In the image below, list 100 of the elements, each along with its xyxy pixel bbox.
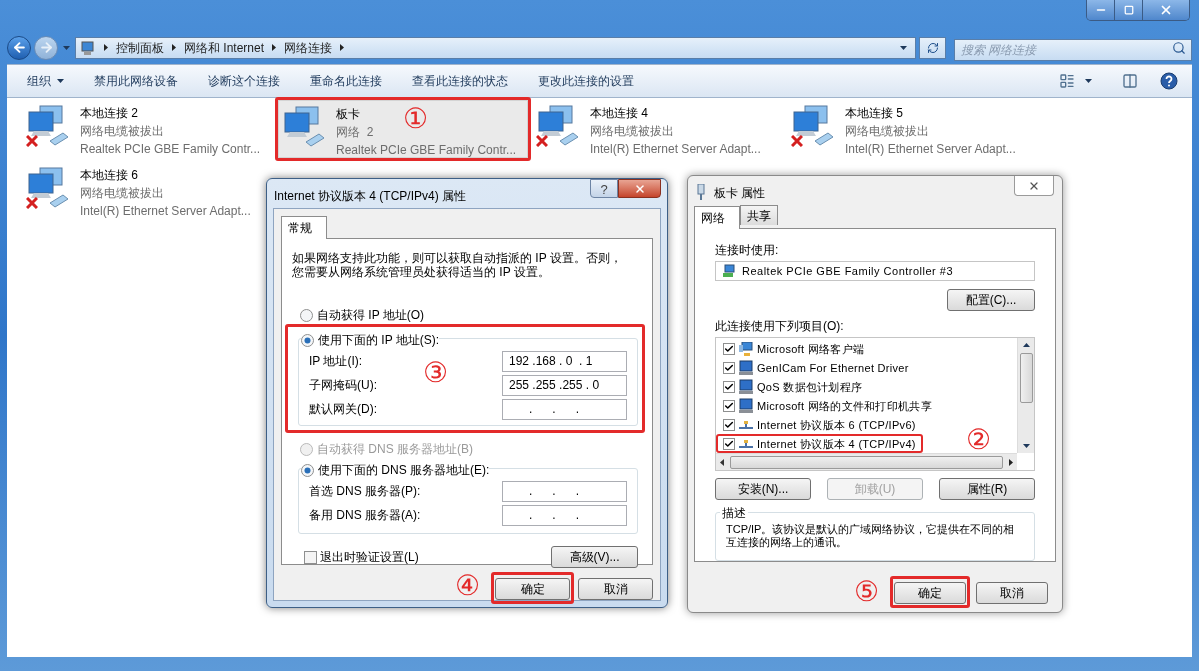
help-button[interactable]: ?	[590, 179, 618, 198]
annotation-number: ②	[966, 426, 991, 455]
connection-status: 网络电缆被拔出	[590, 123, 674, 140]
dialog-button[interactable]: 配置(C)...	[947, 289, 1035, 312]
connection-item[interactable]: 板卡 网络 2 Realtek PCIe GBE Family Contr... ①	[278, 100, 528, 158]
toolbar-button[interactable]: 更改此连接的设置	[538, 72, 634, 90]
checkbox[interactable]	[723, 418, 735, 431]
list-item-label[interactable]: Internet 协议版本 6 (TCP/IPv6)	[757, 416, 916, 434]
ip-address-field[interactable]: . . .	[502, 504, 627, 526]
connection-device: Realtek PCIe GBE Family Contr...	[80, 141, 261, 158]
toolbar-button[interactable]: 查看此连接的状态	[412, 72, 508, 90]
search-icon	[1172, 40, 1186, 55]
connection-item[interactable]: 本地连接 5 网络电缆被拔出 Intel(R) Ethernet Server Adapt...	[788, 100, 1038, 158]
breadcrumb-item[interactable]: 网络和 Internet	[184, 38, 265, 57]
list-item-label[interactable]: QoS 数据包计划程序	[757, 378, 863, 396]
dialog-tab[interactable]: 共享	[740, 205, 778, 225]
connection-item[interactable]: 本地连接 2 网络电缆被拔出 Realtek PCIe GBE Family Contr...	[23, 100, 273, 158]
list-item-label[interactable]: GenICam For Ethernet Driver	[757, 359, 909, 377]
back-button[interactable]	[7, 35, 31, 60]
maximize-button[interactable]	[1115, 0, 1143, 20]
caret-icon	[1022, 444, 1030, 449]
breadcrumb-arrow-icon	[1009, 458, 1013, 466]
checkbox[interactable]	[723, 437, 735, 450]
list-item-label[interactable]: Microsoft 网络的文件和打印机共享	[757, 397, 932, 415]
section-label: 此连接使用下列项目(O):	[715, 318, 845, 336]
computer-icon	[738, 378, 754, 395]
annotation-number: ⑤	[854, 578, 879, 606]
field-label: IP 地址(I):	[309, 353, 363, 370]
radio-button[interactable]	[300, 308, 313, 322]
description-text: TCP/IP。该协议是默认的广域网络协议，它提供在不同的相互连接的网络上的通讯。	[726, 523, 1016, 550]
ip-address-field[interactable]: . . .	[502, 480, 627, 502]
minimize-button[interactable]	[1087, 0, 1115, 20]
field-label: 备用 DNS 服务器(A):	[309, 507, 421, 524]
dialog-tab[interactable]: 常规	[281, 216, 327, 239]
dialog-button[interactable]: 高级(V)...	[551, 546, 638, 568]
vertical-scrollbar[interactable]	[1017, 338, 1034, 454]
computer-icon	[738, 397, 754, 414]
breadcrumb-arrow-icon	[272, 44, 277, 51]
refresh-button[interactable]	[919, 36, 946, 59]
connection-name: 板卡	[336, 106, 360, 123]
scroll-left-icon[interactable]	[720, 458, 724, 466]
view-options-icon[interactable]	[1059, 73, 1075, 89]
toolbar-button[interactable]: 组织	[27, 72, 64, 90]
maximize-icon	[1123, 5, 1134, 15]
radio-button[interactable]	[301, 463, 314, 477]
checkbox[interactable]	[304, 550, 317, 564]
control-panel-icon	[80, 39, 96, 56]
refresh-icon	[926, 41, 939, 54]
checkbox[interactable]	[723, 361, 735, 374]
scrollbar-thumb[interactable]	[1019, 353, 1033, 404]
connection-name: 本地连接 6	[80, 167, 138, 184]
toolbar-button[interactable]: 重命名此连接	[310, 72, 382, 90]
connection-device: Intel(R) Ethernet Server Adapt...	[80, 203, 251, 220]
caret-icon	[1022, 343, 1030, 348]
radio-button[interactable]	[301, 333, 314, 347]
computer-icon	[738, 359, 754, 376]
help-icon[interactable]	[1160, 72, 1178, 90]
close-button[interactable]	[1014, 176, 1054, 196]
dialog-title: Internet 协议版本 4 (TCP/IPv4) 属性	[274, 188, 467, 205]
close-button[interactable]	[618, 179, 661, 198]
breadcrumb-item[interactable]: 控制面板	[116, 38, 164, 57]
close-icon	[633, 182, 646, 195]
network-client-icon	[738, 341, 754, 356]
checkbox-label: 退出时验证设置(L)	[320, 549, 419, 566]
checkbox[interactable]	[723, 380, 735, 393]
connection-name: 本地连接 5	[845, 105, 903, 122]
preview-pane-icon[interactable]	[1122, 73, 1138, 89]
ip-address-field[interactable]: . . .	[502, 398, 627, 420]
list-item-label[interactable]: Internet 协议版本 4 (TCP/IPv4)	[757, 435, 916, 453]
scrollbar-thumb[interactable]	[730, 455, 1003, 469]
dialog-button[interactable]: 取消	[578, 578, 653, 600]
intro-text: 如果网络支持此功能，则可以获取自动指派的 IP 设置。否则，您需要从网络系统管理员处获得适当的 IP 设置。	[292, 251, 623, 279]
search-field[interactable]: 搜索 网络连接	[954, 38, 1192, 61]
toolbar-button[interactable]: 禁用此网络设备	[94, 72, 178, 90]
ip-address-field[interactable]: 255 .255 .255 . 0	[502, 374, 627, 396]
dialog-button[interactable]: 确定	[894, 582, 966, 604]
connection-item[interactable]: 本地连接 4 网络电缆被拔出 Intel(R) Ethernet Server Adapt...	[533, 100, 783, 158]
connection-item[interactable]: 本地连接 6 网络电缆被拔出 Intel(R) Ethernet Server Adapt...	[23, 162, 273, 220]
list-item-label[interactable]: Microsoft 网络客户端	[757, 340, 865, 358]
address-bar[interactable]: 控制面板 网络和 Internet 网络连接	[75, 36, 916, 59]
horizontal-scrollbar[interactable]	[716, 453, 1017, 471]
breadcrumb-item[interactable]: 网络连接	[284, 38, 333, 57]
section-label: 连接时使用:	[715, 242, 780, 259]
ip-address-field[interactable]: 192 .168 . 0 . 1	[502, 350, 627, 372]
close-button[interactable]	[1143, 0, 1189, 20]
checkbox[interactable]	[723, 342, 735, 355]
checkbox[interactable]	[723, 399, 735, 412]
field-label: 首选 DNS 服务器(P):	[309, 483, 421, 500]
caret-icon	[57, 79, 64, 83]
dialog-button[interactable]: 属性(R)	[939, 478, 1035, 501]
dialog-button[interactable]: 确定	[495, 578, 570, 600]
dialog-tab[interactable]: 网络	[694, 206, 740, 229]
connection-status: 网络电缆被拔出	[845, 123, 929, 140]
connection-status: 网络电缆被拔出	[80, 123, 164, 140]
dialog-button[interactable]: 安装(N)...	[715, 478, 811, 501]
toolbar-button[interactable]: 诊断这个连接	[208, 72, 280, 90]
dialog-button[interactable]: 取消	[976, 582, 1048, 604]
connection-status: 网络电缆被拔出	[80, 185, 164, 202]
close-icon	[1159, 3, 1173, 17]
radio-label: 使用下面的 IP 地址(S):	[318, 332, 440, 349]
